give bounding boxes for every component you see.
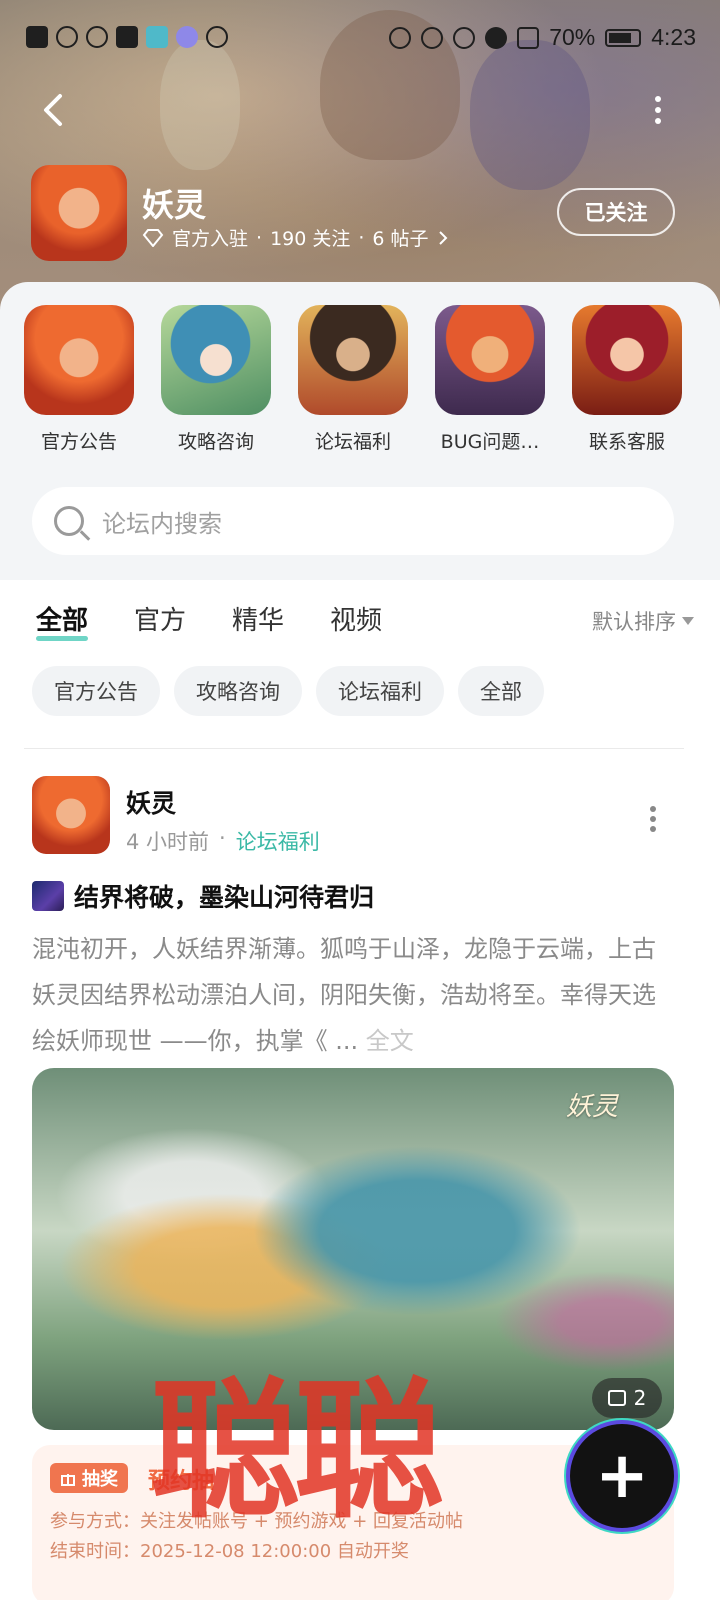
alarm-icon xyxy=(421,26,444,49)
category-image xyxy=(572,305,682,415)
chip-welfare[interactable]: 论坛福利 xyxy=(316,666,444,716)
category-image xyxy=(161,305,271,415)
tiktok-icon xyxy=(116,26,138,48)
chip-official-notice[interactable]: 官方公告 xyxy=(32,666,160,716)
post-title[interactable]: 结界将破，墨染山河待君归 xyxy=(32,878,374,914)
forum-meta[interactable]: 官方入驻 · 190 关注 · 6 帖子 xyxy=(142,224,449,251)
post-more-button[interactable] xyxy=(650,806,656,832)
status-bar: 70% 4:23 xyxy=(0,0,720,78)
moon-icon xyxy=(485,26,508,49)
sort-dropdown[interactable]: 默认排序 xyxy=(592,606,694,636)
chip-guide[interactable]: 攻略咨询 xyxy=(174,666,302,716)
followed-button[interactable]: 已关注 xyxy=(557,188,675,236)
chevron-left-icon xyxy=(44,94,62,126)
tab-video[interactable]: 视频 xyxy=(330,600,382,637)
category-guide[interactable]: 攻略咨询 xyxy=(156,305,276,454)
night-sky-icon xyxy=(32,881,64,911)
alarm-icon xyxy=(206,26,228,48)
category-image xyxy=(298,305,408,415)
image-icon xyxy=(607,1390,626,1406)
post-body-text: 混沌初开，人妖结界渐薄。狐鸣于山泽，龙隐于云端，上古妖灵因结界松动漂泊人间，阴阳… xyxy=(32,935,656,1055)
follow-count: 190 关注 xyxy=(270,228,351,250)
chevron-right-icon xyxy=(438,230,447,245)
caret-down-icon xyxy=(682,617,694,625)
post-meta: 4 小时前 · 论坛福利 xyxy=(126,826,320,856)
image-count-badge: 2 xyxy=(592,1378,662,1418)
post-author-name[interactable]: 妖灵 xyxy=(126,784,176,820)
feed-tabs: 全部 官方 精华 视频 xyxy=(36,600,382,641)
post-category-link[interactable]: 论坛福利 xyxy=(236,826,320,856)
category-grid: 官方公告 攻略咨询 论坛福利 BUG问题… 联系客服 xyxy=(0,305,720,465)
tab-featured[interactable]: 精华 xyxy=(232,600,284,637)
search-placeholder: 论坛内搜索 xyxy=(102,509,222,538)
category-label: 官方公告 xyxy=(40,431,117,453)
lottery-tag: 抽奖 xyxy=(50,1463,128,1493)
tab-all[interactable]: 全部 xyxy=(36,600,89,641)
official-badge: 官方入驻 xyxy=(172,228,249,250)
music-icon xyxy=(176,26,198,48)
sort-label: 默认排序 xyxy=(592,610,676,634)
category-official-notice[interactable]: 官方公告 xyxy=(19,305,139,454)
more-options-button[interactable] xyxy=(648,96,668,126)
game-logo: 妖灵 xyxy=(566,1092,619,1122)
post-body[interactable]: 混沌初开，人妖结界渐薄。狐鸣于山泽，龙隐于云端，上古妖灵因结界松动漂泊人间，阴阳… xyxy=(32,926,672,1064)
read-full-link[interactable]: 全文 xyxy=(366,1027,414,1055)
image-count: 2 xyxy=(633,1386,647,1410)
category-label: 论坛福利 xyxy=(314,431,391,453)
search-icon xyxy=(54,506,84,536)
bluetooth-icon xyxy=(453,26,476,49)
tab-official[interactable]: 官方 xyxy=(134,600,186,637)
diamond-icon xyxy=(142,228,164,247)
chip-all[interactable]: 全部 xyxy=(458,666,544,716)
wifi-icon xyxy=(56,26,78,48)
post-author-avatar[interactable] xyxy=(32,776,110,854)
post-title-text: 结界将破，墨染山河待君归 xyxy=(74,883,375,912)
forum-name: 妖灵 xyxy=(142,186,207,224)
create-post-button[interactable]: + xyxy=(570,1424,674,1528)
filter-chips: 官方公告 攻略咨询 论坛福利 全部 xyxy=(32,666,544,716)
taptap-icon xyxy=(146,26,168,48)
category-image xyxy=(435,305,545,415)
eye-icon xyxy=(389,26,412,49)
clock: 4:23 xyxy=(651,24,696,50)
data-icon xyxy=(86,26,108,48)
forum-search-input[interactable]: 论坛内搜索 xyxy=(32,487,674,555)
category-label: BUG问题… xyxy=(440,431,540,453)
vibrate-icon xyxy=(517,26,540,49)
back-button[interactable] xyxy=(34,90,74,130)
category-support[interactable]: 联系客服 xyxy=(567,305,687,454)
battery-percent: 70% xyxy=(549,24,596,50)
post-time: 4 小时前 xyxy=(126,830,210,854)
category-welfare[interactable]: 论坛福利 xyxy=(293,305,413,454)
category-bug-report[interactable]: BUG问题… xyxy=(430,305,550,454)
gift-icon xyxy=(61,1474,75,1486)
divider xyxy=(24,748,684,749)
category-label: 攻略咨询 xyxy=(177,431,254,453)
category-image xyxy=(24,305,134,415)
forum-avatar xyxy=(31,165,127,261)
battery-icon xyxy=(605,28,642,47)
alert-icon xyxy=(26,26,48,48)
watermark-text: 聪聪 xyxy=(150,1365,444,1539)
category-label: 联系客服 xyxy=(588,431,665,453)
post-count: 6 帖子 xyxy=(372,228,429,250)
